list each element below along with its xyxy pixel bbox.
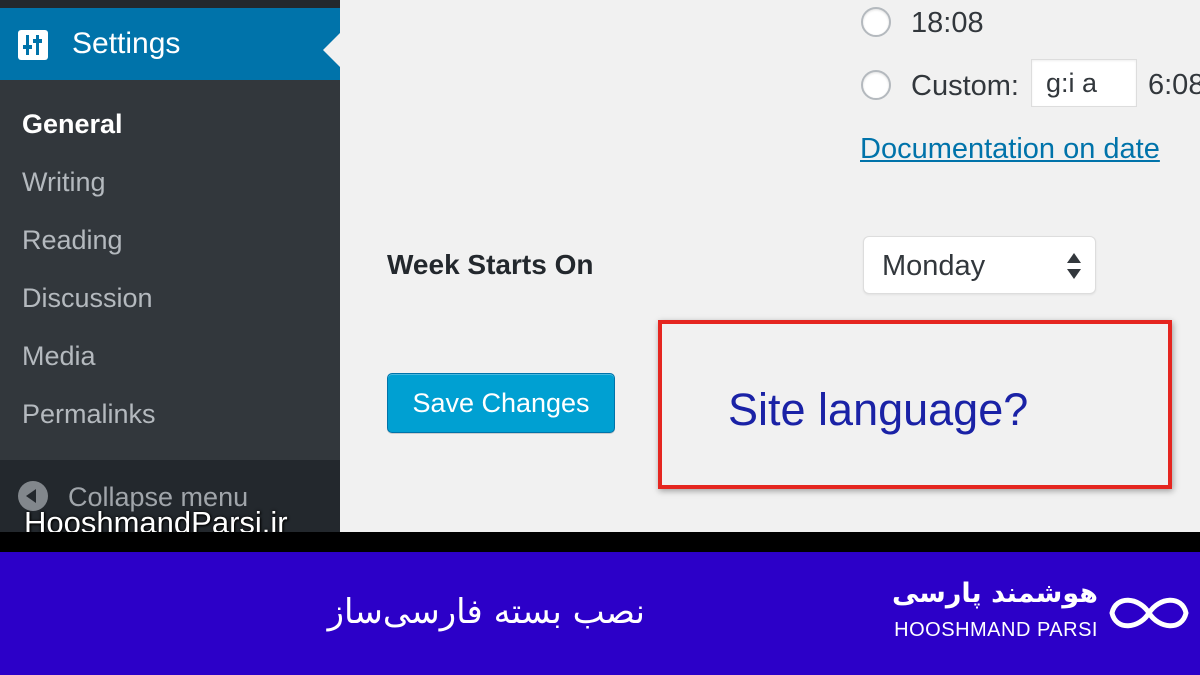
week-selected-value: Monday: [882, 250, 986, 282]
brand-name-fa: هوشمند پارسی: [891, 578, 1098, 609]
submenu-item-media[interactable]: Media: [22, 339, 96, 373]
submenu-item-writing[interactable]: Writing: [22, 165, 106, 199]
admin-sidebar: Settings General Writing Reading Discuss…: [0, 0, 340, 540]
submenu-item-reading[interactable]: Reading: [22, 223, 123, 257]
week-starts-on-label: Week Starts On: [387, 249, 594, 280]
week-starts-on-select[interactable]: Monday: [863, 236, 1096, 294]
settings-label: Settings: [72, 27, 181, 60]
sidebar-top-edge: [0, 0, 340, 8]
footer-title: نصب بسته فارسی‌ساز: [327, 592, 645, 632]
custom-time-format-input[interactable]: [1031, 59, 1137, 107]
time-format-label-1808: 18:08: [911, 7, 984, 39]
brand-name-en: HOOSHMAND PARSI: [894, 619, 1098, 641]
save-changes-button[interactable]: Save Changes: [387, 373, 615, 433]
current-menu-arrow-icon: [323, 33, 340, 67]
infinity-logo-icon: [1109, 597, 1189, 629]
menu-item-settings[interactable]: Settings: [0, 8, 340, 80]
submenu-item-discussion[interactable]: Discussion: [22, 281, 153, 315]
sliders-icon: [18, 30, 48, 60]
submenu-item-permalinks[interactable]: Permalinks: [22, 397, 156, 431]
time-format-radio-custom[interactable]: [861, 70, 891, 100]
site-language-highlight-box: Site language?: [658, 320, 1172, 489]
settings-submenu: General Writing Reading Discussion Media…: [0, 80, 340, 460]
divider-strip: [0, 532, 1200, 552]
custom-time-format-example: 6:08: [1148, 69, 1200, 101]
select-arrows-icon: [1067, 253, 1081, 279]
brand-footer: نصب بسته فارسی‌ساز هوشمند پارسی HOOSHMAN…: [0, 552, 1200, 675]
time-format-radio-1808[interactable]: [861, 7, 891, 37]
site-language-annotation: Site language?: [728, 384, 1029, 435]
time-format-custom-label: Custom:: [911, 70, 1019, 102]
date-documentation-link[interactable]: Documentation on date: [860, 131, 1160, 167]
submenu-item-general[interactable]: General: [22, 107, 123, 141]
